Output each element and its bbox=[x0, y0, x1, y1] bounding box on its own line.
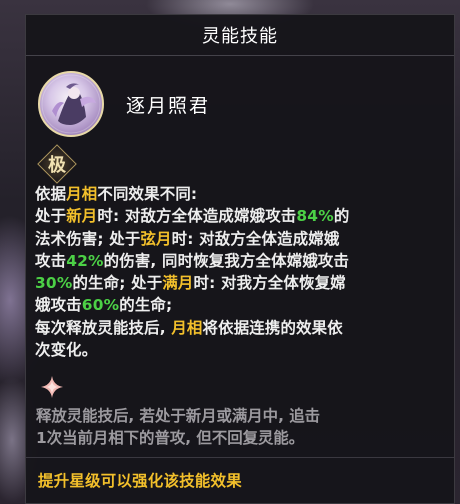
extra-effect-line: 释放灵能技后, 若处于新月或满月中, 追击 bbox=[36, 407, 321, 425]
text: 时: 对敌方全体造成嫦娥 bbox=[171, 229, 340, 248]
text: 不同效果不同: bbox=[97, 185, 198, 203]
description-line: 30%的生命; 处于满月时: 对我方全体恢复嫦 bbox=[35, 272, 447, 294]
star-upgrade-hint: 提升星级可以强化该技能效果 bbox=[38, 472, 242, 490]
moon-goddess-portrait-icon bbox=[38, 71, 104, 137]
value-percent: 60% bbox=[81, 296, 120, 315]
skill-name: 逐月照君 bbox=[126, 94, 211, 117]
skill-description: 依据月相不同效果不同: 处于新月时: 对敌方全体造成嫦娥攻击84%的 法术伤害;… bbox=[35, 183, 447, 361]
value-percent: 84% bbox=[296, 207, 334, 226]
text: 的生命; 处于 bbox=[72, 274, 163, 293]
description-line: 次变化。 bbox=[35, 341, 98, 360]
four-point-star-icon bbox=[40, 375, 64, 399]
panel-title: 灵能技能 bbox=[202, 26, 278, 47]
rank-badge: 极 bbox=[36, 144, 78, 184]
keyword-new-moon: 新月 bbox=[66, 207, 98, 226]
text: 攻击 bbox=[35, 251, 67, 270]
skill-row: 逐月照君 bbox=[38, 71, 210, 137]
description-line: 处于新月时: 对敌方全体造成嫦娥攻击84%的 bbox=[35, 205, 447, 227]
extra-effect-line: 1次当前月相下的普攻, 但不回复灵能。 bbox=[36, 429, 305, 448]
text: 时: 对我方全体恢复嫦 bbox=[193, 274, 346, 293]
description-line: 娥攻击60%的生命; bbox=[35, 294, 447, 316]
keyword-full-moon: 满月 bbox=[162, 274, 194, 293]
description-line: 攻击42%的伤害, 同时恢复我方全体嫦娥攻击 bbox=[35, 250, 447, 272]
text: 娥攻击 bbox=[35, 296, 82, 315]
text: 依据 bbox=[35, 185, 67, 203]
text: 法术伤害; 处于 bbox=[35, 229, 141, 248]
description-line: 每次释放灵能技后, 月相将依据连携的效果依 bbox=[35, 317, 447, 339]
extra-effect-text: 释放灵能技后, 若处于新月或满月中, 追击 1次当前月相下的普攻, 但不回复灵能… bbox=[36, 405, 446, 450]
text: 的伤害, 同时恢复我方全体嫦娥攻击 bbox=[103, 251, 350, 270]
text: 的 bbox=[333, 207, 350, 226]
panel-header: 灵能技能 bbox=[26, 15, 454, 56]
value-percent: 42% bbox=[66, 251, 104, 270]
divider bbox=[26, 457, 454, 458]
keyword-moon-phase: 月相 bbox=[171, 318, 203, 337]
text: 的生命; bbox=[119, 296, 173, 315]
text: 处于 bbox=[35, 207, 67, 226]
keyword-crescent-moon: 弦月 bbox=[140, 229, 172, 248]
value-percent: 30% bbox=[35, 274, 73, 293]
description-line: 法术伤害; 处于弦月时: 对敌方全体造成嫦娥 bbox=[35, 228, 447, 250]
text: 每次释放灵能技后, bbox=[35, 318, 172, 337]
description-line: 依据月相不同效果不同: bbox=[35, 183, 447, 205]
text: 时: 对敌方全体造成嫦娥攻击 bbox=[97, 207, 297, 226]
text: 将依据连携的效果依 bbox=[202, 318, 343, 337]
skill-tooltip-panel: 灵能技能 逐月照君 极 依据月相不同效果不同: 处于新月时: 对敌方全体造成嫦娥… bbox=[25, 14, 455, 504]
keyword-moon-phase: 月相 bbox=[66, 185, 98, 203]
rank-badge-text: 极 bbox=[48, 155, 66, 176]
